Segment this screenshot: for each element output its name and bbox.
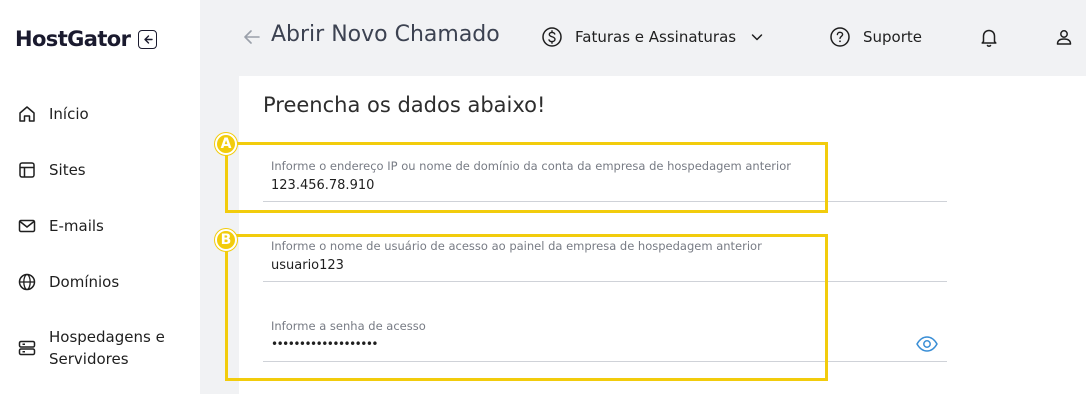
sidebar-item-label-line1: Hospedagens e: [49, 328, 165, 346]
sidebar-item-hospedagens[interactable]: Hospedagens e Servidores: [16, 326, 165, 370]
logo[interactable]: HostGator: [15, 27, 158, 51]
page-title: Abrir Novo Chamado: [271, 22, 500, 47]
logo-text: HostGator: [15, 27, 131, 51]
sidebar-item-label: Início: [49, 105, 89, 123]
highlight-box-b: [225, 234, 828, 381]
billing-menu[interactable]: Faturas e Assinaturas: [541, 26, 764, 48]
layout-icon: [16, 159, 38, 181]
sidebar-item-label: Domínios: [49, 273, 120, 291]
help-circle-icon: [829, 26, 851, 48]
sidebar-item-label: Sites: [49, 161, 86, 179]
sidebar-item-emails[interactable]: E-mails: [16, 215, 104, 237]
annotation-badge-b: B: [215, 229, 237, 251]
sidebar-item-sites[interactable]: Sites: [16, 159, 86, 181]
sidebar-item-inicio[interactable]: Início: [16, 103, 89, 125]
dollar-circle-icon: [541, 26, 563, 48]
sidebar-item-dominios[interactable]: Domínios: [16, 271, 119, 293]
eye-icon[interactable]: [915, 334, 939, 354]
form-heading: Preencha os dados abaixo!: [263, 93, 546, 117]
user-icon[interactable]: [1053, 26, 1075, 52]
sidebar: HostGator Início Sites E-mails Domínios: [0, 0, 200, 394]
sidebar-item-label: E-mails: [49, 217, 104, 235]
chevron-down-icon: [750, 30, 764, 44]
collapse-sidebar-icon[interactable]: [138, 29, 158, 49]
server-icon: [16, 337, 38, 359]
support-link[interactable]: Suporte: [829, 26, 922, 48]
bell-icon[interactable]: [978, 26, 1000, 52]
support-label: Suporte: [863, 28, 923, 46]
sidebar-item-label: Hospedagens e Servidores: [49, 326, 165, 370]
annotation-badge-a: A: [215, 133, 237, 155]
globe-icon: [16, 271, 38, 293]
home-icon: [16, 103, 38, 125]
mail-icon: [16, 215, 38, 237]
billing-menu-label: Faturas e Assinaturas: [575, 28, 737, 46]
highlight-box-a: [225, 142, 828, 213]
back-arrow-icon[interactable]: [242, 27, 262, 47]
sidebar-item-label-line2: Servidores: [49, 350, 129, 368]
